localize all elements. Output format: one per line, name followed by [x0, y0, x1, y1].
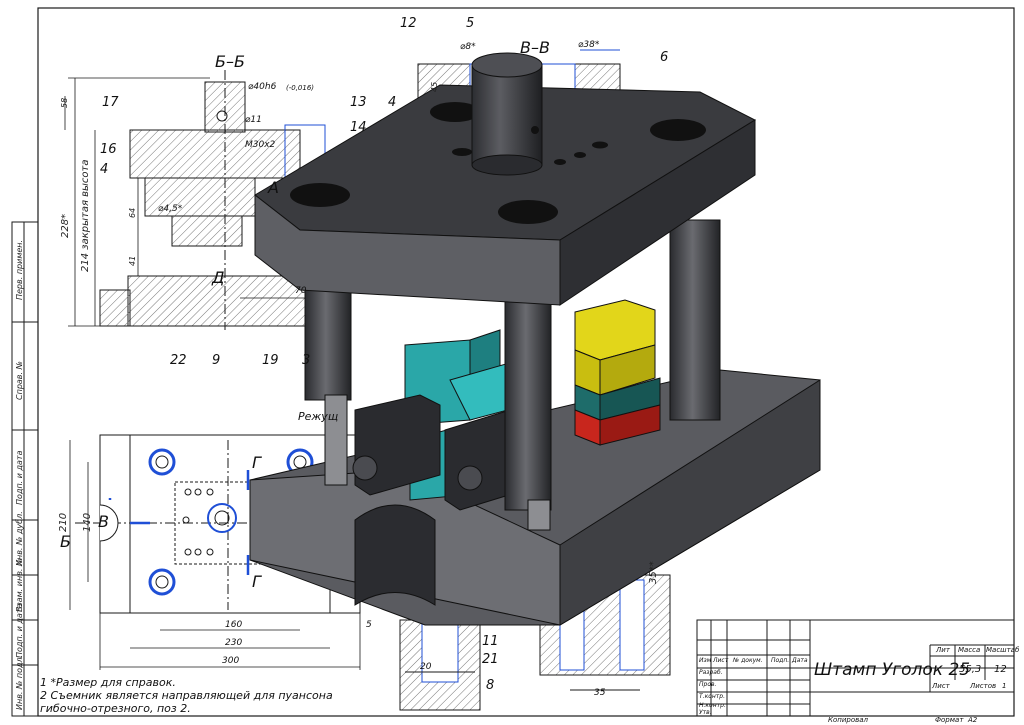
tb-prov: Пров. [699, 681, 717, 688]
note-1: 1 *Размер для справок. [40, 676, 176, 689]
section-g-bottom-label: Г [252, 572, 261, 591]
dim-h35: 35** [648, 561, 659, 584]
dim-d38: ⌀38* [578, 40, 600, 50]
part-13: 13 [350, 95, 367, 110]
part-9: 9 [212, 353, 221, 368]
side-sprav: Справ. № [15, 361, 24, 400]
dim-closed-height: 214 закрытая высота [80, 159, 91, 273]
tb-scale-value: 12 [994, 664, 1007, 675]
tb-utv: Утв. [699, 709, 712, 716]
tb-format: Формат [935, 716, 964, 724]
tb-data: Дата [792, 657, 808, 664]
section-bb-label: Б–Б [215, 52, 245, 71]
tb-kopiroval: Копировал [828, 716, 868, 724]
dim-d40: ⌀40h6 [248, 82, 277, 92]
note-2: 2 Съемник является направляющей для пуан… [40, 689, 333, 702]
tb-nkontr: Н.контр. [699, 702, 726, 709]
tb-listov-value: 1 [1002, 682, 1007, 690]
dim-h210: 210 [58, 512, 69, 532]
dim-h140: 140 [82, 512, 93, 532]
dim-h41: 41 [128, 255, 137, 266]
part-22: 22 [170, 353, 187, 368]
part-14: 14 [350, 120, 367, 135]
dim-d11: ⌀11 [245, 115, 262, 125]
title-block-title: Штамп Уголок 25 [814, 660, 971, 680]
dim-m30: M30x2 [245, 140, 276, 150]
dim-h58: 58 [60, 97, 69, 108]
cut-label: Режущ [298, 410, 339, 423]
dim-d4-5: ⌀4,5* [158, 204, 183, 214]
tb-list2: Лист [713, 657, 729, 664]
tb-mass-value: 55,3 [959, 664, 982, 675]
dim-w20: 20 [420, 662, 432, 672]
tb-masshtab: Масштаб [986, 646, 1020, 654]
note-3: гибочно-отрезного, поз 2. [40, 702, 191, 715]
part-11: 11 [482, 634, 499, 649]
dim-h228: 228* [60, 213, 71, 238]
part-3: 3 [302, 353, 311, 368]
tb-listov: Листов [970, 682, 997, 690]
section-vv-label: В–В [520, 38, 550, 57]
dim-w300: 300 [222, 656, 240, 666]
tb-doc: № докум. [733, 657, 763, 664]
dim-h45: 45 [430, 81, 439, 92]
tb-izm: Изм [699, 657, 712, 664]
part-19: 19 [262, 353, 279, 368]
tb-list: Лист [932, 682, 950, 690]
tb-format-value: A2 [968, 716, 978, 724]
dim-w70: 70 [295, 286, 307, 296]
part-12: 12 [400, 16, 417, 31]
part-8: 8 [486, 678, 495, 693]
side-perv-primen: Перв. примен. [15, 239, 24, 300]
side-inv-podl: Инв. № подл. [15, 654, 24, 710]
dim-w5: 5 [366, 620, 372, 630]
side-podp-1: Подп. и дата [15, 450, 24, 506]
dim-d40-tol: (-0,016) [286, 84, 315, 92]
section-g-top-label: Г [252, 453, 261, 472]
part-17: 17 [102, 95, 119, 110]
section-v-left-label: В [98, 512, 109, 531]
tb-podp: Подп. [771, 657, 790, 664]
part-6: 6 [660, 50, 669, 65]
dim-w230: 230 [225, 638, 243, 648]
dim-w160: 160 [225, 620, 243, 630]
part-4b: 4 [100, 162, 109, 177]
tb-lit: Лит [936, 646, 950, 654]
part-21: 21 [482, 652, 499, 667]
tb-massa: Масса [958, 646, 981, 654]
tb-razrab: Разраб. [699, 669, 723, 676]
part-5: 5 [466, 16, 475, 31]
dim-h64: 64 [128, 207, 137, 218]
section-b-left-label: Б [60, 532, 71, 551]
dim-w35: 35 [594, 688, 606, 698]
dim-d8: ⌀8* [460, 42, 476, 52]
tb-tkontr: Т.контр. [699, 693, 726, 700]
die-3d-model [249, 52, 821, 626]
section-d-label: Д [212, 268, 225, 287]
side-podp-2: Подп. и дата [15, 603, 24, 659]
section-a-label: А [268, 178, 279, 197]
part-4a: 4 [388, 95, 397, 110]
drawing-sheet [11, 7, 1015, 717]
part-16: 16 [100, 142, 117, 157]
